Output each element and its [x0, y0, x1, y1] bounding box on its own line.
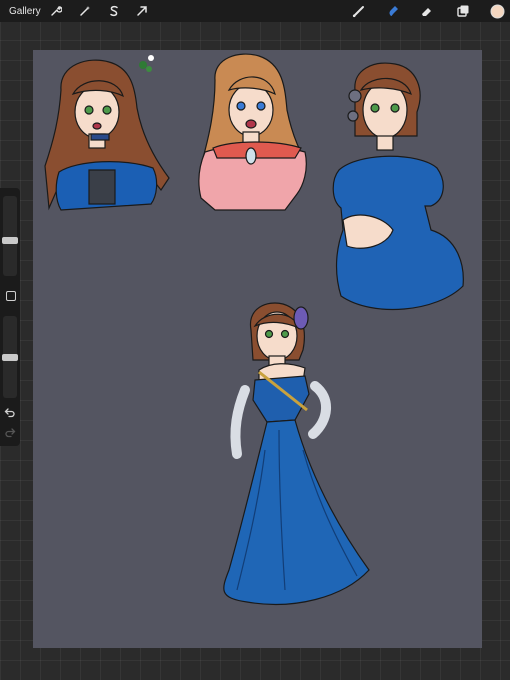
- drawing-canvas[interactable]: [33, 50, 482, 648]
- redo-icon[interactable]: [4, 426, 16, 438]
- arrow-transform-icon[interactable]: [134, 3, 150, 19]
- eraser-icon[interactable]: [419, 3, 435, 19]
- wrench-icon[interactable]: [48, 3, 64, 19]
- gallery-button[interactable]: Gallery: [9, 6, 41, 17]
- figure-3: [332, 62, 464, 311]
- layers-icon[interactable]: [455, 3, 471, 19]
- opacity-slider[interactable]: [2, 354, 18, 361]
- selection-s-icon[interactable]: [106, 3, 122, 19]
- figure-4: [223, 302, 370, 605]
- brush-icon[interactable]: [351, 3, 367, 19]
- left-sidebar: [0, 188, 20, 446]
- magic-wand-icon[interactable]: [77, 3, 93, 19]
- figure-2: [198, 53, 307, 211]
- modify-square-icon[interactable]: [6, 291, 16, 301]
- brush-size-track[interactable]: [3, 196, 17, 276]
- color-swatch-icon[interactable]: [489, 3, 505, 19]
- artwork: [44, 53, 464, 605]
- undo-icon[interactable]: [4, 406, 16, 418]
- brush-size-slider[interactable]: [2, 237, 18, 244]
- figure-1: [44, 59, 170, 211]
- top-toolbar: Gallery: [0, 0, 510, 22]
- smudge-icon[interactable]: [385, 3, 401, 19]
